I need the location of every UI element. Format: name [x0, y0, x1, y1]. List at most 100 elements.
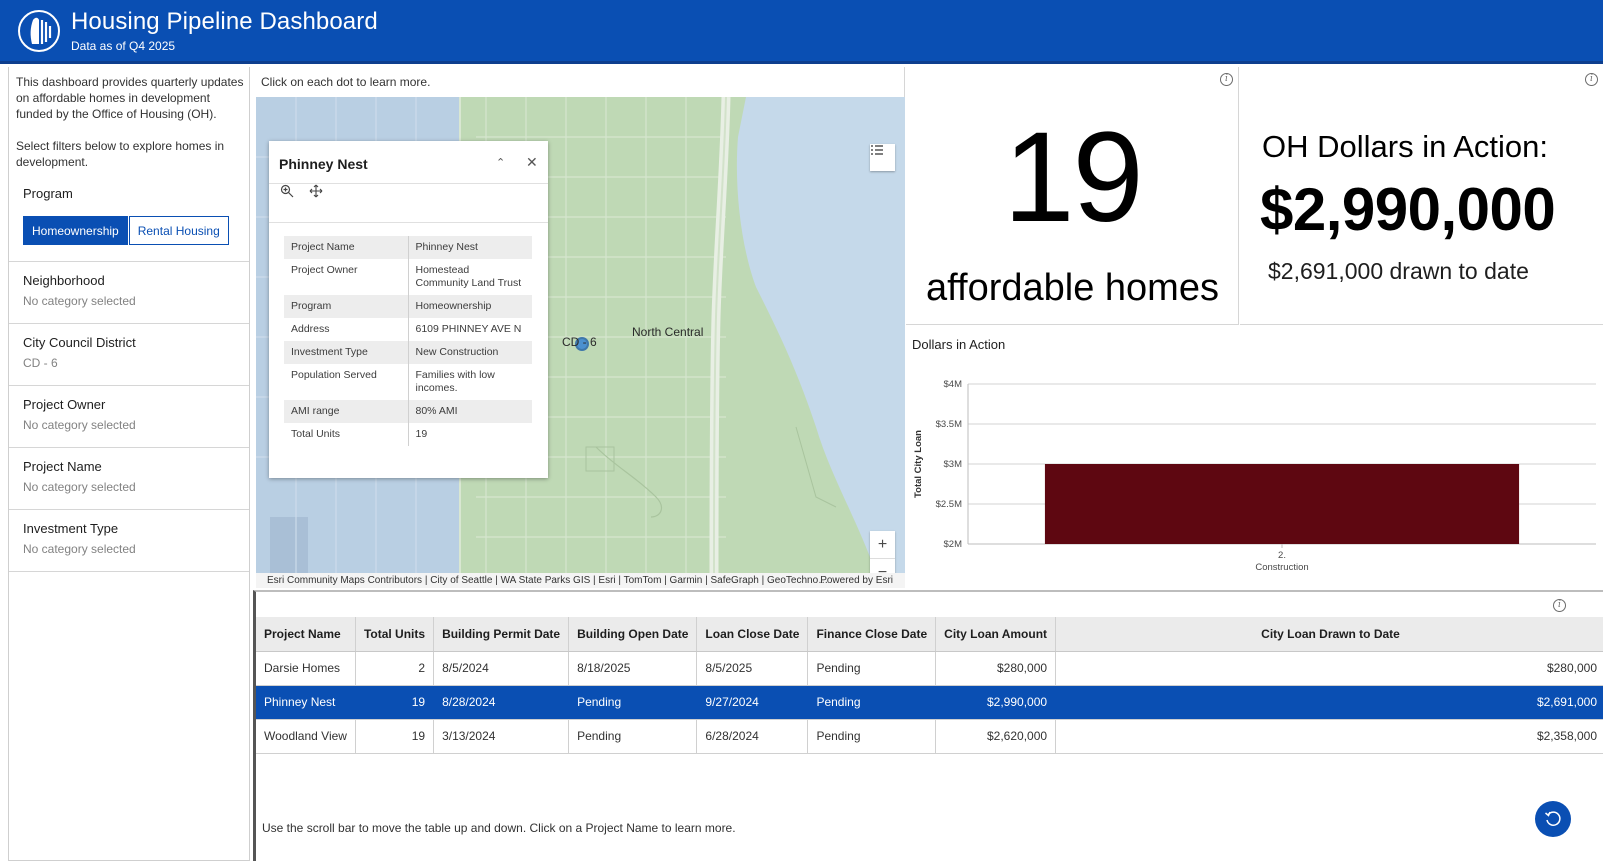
council-district-filter[interactable]: City Council District CD - 6	[9, 324, 249, 386]
popup-row: Program Homeownership	[284, 295, 532, 318]
dollars-in-action-chart-panel: Dollars in Action $2M $2.5M $3M $3.5M $4M Tot…	[906, 326, 1603, 588]
project-owner-filter-value: No category selected	[23, 418, 136, 432]
popup-field-label: Investment Type	[284, 341, 409, 364]
project-owner-filter-label: Project Owner	[23, 397, 106, 412]
popup-attribute-table: Project Name Phinney Nest Project Owner Ho…	[284, 236, 532, 446]
popup-field-value: 19	[415, 428, 428, 440]
project-name-filter[interactable]: Project Name No category selected	[9, 448, 249, 510]
column-header-loan-close-date[interactable]: Loan Close Date	[696, 617, 809, 652]
project-owner-filter[interactable]: Project Owner No category selected	[9, 386, 249, 448]
cell-loan-close-date: 9/27/2024	[696, 685, 809, 720]
neighborhood-filter-value: No category selected	[23, 294, 136, 308]
popup-title: Phinney Nest	[279, 156, 368, 172]
popup-row: AMI range 80% AMI	[284, 400, 532, 423]
popup-field-label: Total Units	[284, 423, 409, 446]
cell-project-name[interactable]: Woodland View	[256, 719, 356, 754]
neighborhood-filter-label: Neighborhood	[23, 273, 105, 288]
program-button-group: Homeownership Rental Housing	[23, 216, 249, 245]
project-name-filter-value: No category selected	[23, 480, 136, 494]
popup-field-label: Program	[284, 295, 409, 318]
zoom-in-button[interactable]: +	[870, 531, 895, 559]
page-title: Housing Pipeline Dashboard	[71, 8, 378, 35]
column-header-project-name[interactable]: Project Name	[256, 617, 356, 652]
y-tick-label: $3.5M	[936, 419, 962, 430]
map-label-district: CD - 6	[562, 335, 597, 349]
popup-row: Total Units 19	[284, 423, 532, 446]
cell-building-open-date: 8/18/2025	[568, 651, 698, 686]
table-footer-note: Use the scroll bar to move the table up …	[262, 821, 736, 835]
table-row[interactable]: Darsie Homes 2 8/5/2024 8/18/2025 8/5/20…	[256, 651, 1603, 686]
map-caption: Click on each dot to learn more.	[261, 75, 431, 89]
oh-dollars-drawn: $2,691,000 drawn to date	[1268, 258, 1529, 284]
column-header-city-loan-amount[interactable]: City Loan Amount	[935, 617, 1057, 652]
map-view[interactable]: North Central CD - 6 + − Phinney Nest ⌃ …	[256, 97, 905, 573]
info-icon[interactable]: i	[1585, 73, 1598, 86]
popup-row: Population Served Families with low incom…	[284, 364, 532, 400]
cell-building-open-date: Pending	[568, 685, 698, 720]
zoom-to-icon[interactable]	[280, 184, 294, 198]
popup-field-value: Homeownership	[408, 295, 532, 318]
affordable-homes-indicator: i 19 affordable homes	[906, 67, 1239, 325]
oh-dollars-title: OH Dollars in Action:	[1262, 129, 1548, 164]
cell-city-loan-drawn: $2,691,000	[1055, 685, 1603, 720]
column-header-finance-close-date[interactable]: Finance Close Date	[807, 617, 937, 652]
column-header-building-open-date[interactable]: Building Open Date	[568, 617, 698, 652]
info-icon[interactable]: i	[1553, 599, 1566, 612]
cell-city-loan-amount: $2,620,000	[935, 719, 1057, 754]
chevron-up-icon[interactable]: ⌃	[496, 156, 505, 169]
cell-total-units: 19	[355, 685, 435, 720]
popup-field-value: New Construction	[408, 341, 532, 364]
y-tick-label: $2M	[944, 539, 963, 550]
map-legend-button[interactable]	[870, 144, 895, 171]
app-header: Housing Pipeline Dashboard Data as of Q4…	[0, 0, 1603, 64]
close-icon[interactable]: ✕	[526, 154, 538, 171]
investment-type-filter-value: No category selected	[23, 542, 136, 556]
popup-header: Phinney Nest ⌃ ✕	[269, 141, 548, 184]
column-header-city-loan-drawn[interactable]: City Loan Drawn to Date	[1055, 617, 1603, 652]
cell-building-permit-date: 3/13/2024	[433, 719, 570, 754]
program-filter: Program Homeownership Rental Housing	[9, 186, 249, 262]
popup-field-label: Project Name	[284, 236, 409, 259]
popup-field-label: Project Owner	[284, 259, 409, 295]
cell-project-name[interactable]: Darsie Homes	[256, 651, 356, 686]
y-axis-label: Total City Loan	[913, 430, 924, 498]
map-panel: Click on each dot to learn more. North C…	[253, 67, 905, 588]
reset-button[interactable]	[1535, 801, 1571, 837]
investment-type-filter[interactable]: Investment Type No category selected	[9, 510, 249, 572]
attribution-text: Esri Community Maps Contributors | City …	[267, 575, 829, 586]
table-header-row: Project Name Total Units Building Permit…	[256, 617, 1603, 652]
popup-toolbar	[269, 184, 548, 223]
homeownership-button[interactable]: Homeownership	[23, 216, 128, 245]
project-name-filter-label: Project Name	[23, 459, 102, 474]
cell-city-loan-amount: $2,990,000	[935, 685, 1057, 720]
project-table: Project Name Total Units Building Permit…	[256, 617, 1603, 754]
info-icon[interactable]: i	[1220, 73, 1233, 86]
council-district-filter-value: CD - 6	[23, 356, 58, 370]
city-seal-logo-icon	[18, 10, 60, 52]
y-tick-label: $2.5M	[936, 499, 962, 510]
council-district-filter-label: City Council District	[23, 335, 136, 350]
column-header-building-permit-date[interactable]: Building Permit Date	[433, 617, 570, 652]
cell-building-open-date: Pending	[568, 719, 698, 754]
table-row[interactable]: Woodland View 19 3/13/2024 Pending 6/28/…	[256, 719, 1603, 754]
intro-paragraph-1: This dashboard provides quarterly update…	[16, 75, 244, 121]
cell-building-permit-date: 8/5/2024	[433, 651, 570, 686]
cell-finance-close-date: Pending	[807, 651, 937, 686]
affordable-homes-label: affordable homes	[926, 267, 1219, 309]
cell-city-loan-drawn: $280,000	[1055, 651, 1603, 686]
popup-row: Investment Type New Construction	[284, 341, 532, 364]
popup-field-value: Phinney Nest	[408, 236, 532, 259]
rental-housing-button[interactable]: Rental Housing	[128, 216, 229, 245]
table-row-selected[interactable]: Phinney Nest 19 8/28/2024 Pending 9/27/2…	[256, 685, 1603, 720]
neighborhood-filter[interactable]: Neighborhood No category selected	[9, 262, 249, 324]
cell-project-name[interactable]: Phinney Nest	[256, 685, 356, 720]
popup-field-value: Homestead Community Land Trust	[415, 264, 522, 289]
investment-type-filter-label: Investment Type	[23, 521, 119, 536]
cell-finance-close-date: Pending	[807, 719, 937, 754]
pan-move-icon[interactable]	[309, 184, 323, 198]
popup-row: Project Name Phinney Nest	[284, 236, 532, 259]
column-header-total-units[interactable]: Total Units	[355, 617, 435, 652]
zoom-out-button[interactable]: −	[870, 559, 895, 573]
oh-dollars-value: $2,990,000	[1260, 176, 1556, 243]
legend-list-icon	[871, 145, 883, 155]
